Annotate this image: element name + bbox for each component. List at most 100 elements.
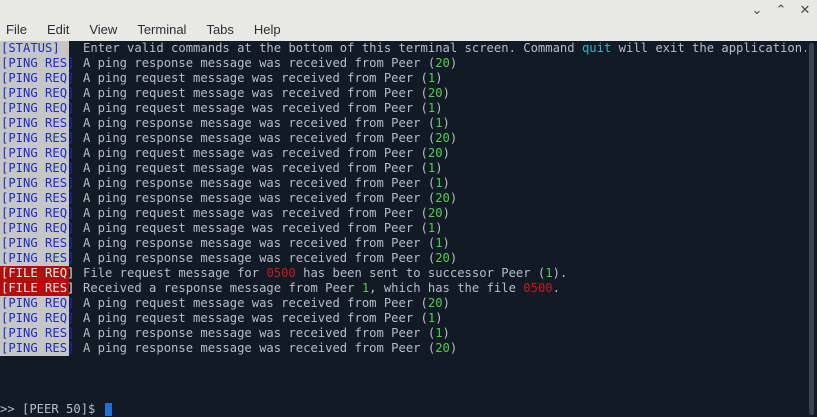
log-tag: [PING REQ] (0, 296, 75, 311)
message-text: Enter valid commands at the bottom of th… (83, 41, 582, 55)
log-message: A ping request message was received from… (69, 206, 450, 221)
message-text: A ping response message was received fro… (83, 341, 436, 355)
terminal-line: [PING RES] A ping response message was re… (0, 191, 806, 206)
message-text: A ping response message was received fro… (83, 131, 436, 145)
log-message: A ping request message was received from… (69, 311, 443, 326)
highlighted-text: 20 (435, 191, 450, 205)
terminal-line: [PING RES] A ping response message was re… (0, 326, 806, 341)
log-message: File request message for 0500 has been s… (69, 266, 567, 281)
prompt-text: >> [PEER 50]$ (0, 402, 103, 416)
log-message: A ping response message was received fro… (69, 326, 450, 341)
minimize-icon[interactable]: ⌄ (745, 0, 769, 20)
highlighted-text: 20 (427, 86, 443, 100)
menu-edit[interactable]: Edit (47, 20, 69, 40)
message-text: A ping request message was received from… (83, 71, 428, 85)
terminal-line: [PING REQ] A ping request message was rec… (0, 146, 806, 161)
terminal-line: [FILE RES] Received a response message fr… (0, 281, 806, 296)
log-message: A ping response message was received fro… (69, 251, 457, 266)
message-text: ) (442, 116, 450, 130)
log-message: A ping response message was received fro… (69, 56, 457, 71)
highlighted-text: 1 (435, 326, 443, 340)
log-tag: [PING RES] (0, 191, 75, 206)
message-text: A ping request message was received from… (83, 161, 428, 175)
message-text: A ping request message was received from… (83, 101, 428, 115)
message-text: A ping response message was received fro… (83, 251, 436, 265)
terminal-line: [PING REQ] A ping request message was rec… (0, 206, 806, 221)
message-text: ) (435, 311, 443, 325)
message-text: ) (442, 236, 450, 250)
menu-bar: File Edit View Terminal Tabs Help (0, 20, 817, 40)
message-text: A ping request message was received from… (83, 221, 428, 235)
terminal-line: [PING RES] A ping response message was re… (0, 176, 806, 191)
log-tag: [FILE REQ] (0, 266, 75, 281)
highlighted-text: 1 (435, 236, 443, 250)
log-message: A ping response message was received fro… (69, 236, 450, 251)
scrollbar-thumb[interactable] (809, 43, 814, 415)
log-message: Received a response message from Peer 1,… (69, 281, 560, 296)
maximize-icon[interactable]: ⌃ (769, 0, 793, 20)
message-text: ) (442, 326, 450, 340)
message-text: ) (442, 146, 450, 160)
log-message: A ping response message was received fro… (69, 341, 457, 356)
highlighted-text: 20 (435, 341, 450, 355)
terminal-line: [PING RES] A ping response message was re… (0, 341, 806, 356)
menu-tabs[interactable]: Tabs (206, 20, 233, 40)
log-message: A ping response message was received fro… (69, 191, 457, 206)
terminal-scrollbar[interactable] (806, 41, 817, 417)
log-tag: [PING REQ] (0, 101, 75, 116)
message-text: A ping response message was received fro… (83, 116, 436, 130)
log-tag: [PING RES] (0, 236, 75, 251)
command-prompt[interactable]: >> [PEER 50]$ (0, 402, 112, 417)
log-message: A ping request message was received from… (69, 101, 443, 116)
terminal-line: [STATUS] Enter valid commands at the bott… (0, 41, 806, 56)
message-text: . (552, 281, 560, 295)
log-message: A ping request message was received from… (69, 71, 443, 86)
message-text: ) (449, 341, 458, 355)
log-tag: [STATUS] (0, 41, 69, 56)
title-bar: ⌄ ⌃ ✕ (0, 0, 817, 20)
message-text: ) (435, 71, 443, 85)
terminal-line: [PING RES] A ping response message was re… (0, 56, 806, 71)
menu-view[interactable]: View (89, 20, 117, 40)
message-text: A ping response message was received fro… (83, 236, 436, 250)
log-tag: [PING REQ] (0, 161, 75, 176)
message-text: A ping request message was received from… (83, 146, 428, 160)
terminal-line: [PING REQ] A ping request message was rec… (0, 86, 806, 101)
highlighted-text: quit (581, 41, 612, 55)
log-message: A ping request message was received from… (69, 296, 450, 311)
menu-file[interactable]: File (6, 20, 27, 40)
log-message: A ping request message was received from… (69, 161, 443, 176)
message-text: ) (442, 176, 450, 190)
terminal-line: [PING RES] A ping response message was re… (0, 251, 806, 266)
message-text: will exit the application. (611, 41, 806, 55)
message-text: ) (449, 56, 458, 70)
highlighted-text: 20 (435, 131, 450, 145)
message-text: has been sent to successor Peer ( (295, 266, 546, 280)
log-message: Enter valid commands at the bottom of th… (69, 41, 806, 56)
terminal-output[interactable]: [STATUS] Enter valid commands at the bott… (0, 41, 806, 417)
log-tag: [PING REQ] (0, 221, 75, 236)
message-text: A ping request message was received from… (83, 311, 428, 325)
message-text: ). (552, 266, 568, 280)
menu-help[interactable]: Help (254, 20, 281, 40)
highlighted-text: 20 (427, 206, 443, 220)
terminal-line: [PING REQ] A ping request message was rec… (0, 71, 806, 86)
menu-terminal[interactable]: Terminal (137, 20, 186, 40)
log-message: A ping request message was received from… (69, 86, 450, 101)
log-tag: [PING RES] (0, 176, 75, 191)
message-text: ) (442, 296, 450, 310)
highlighted-text: 1 (435, 176, 443, 190)
log-tag: [PING RES] (0, 56, 75, 71)
message-text: A ping response message was received fro… (83, 191, 436, 205)
message-text: ) (449, 251, 458, 265)
close-icon[interactable]: ✕ (793, 0, 817, 20)
text-cursor (104, 403, 112, 416)
highlighted-text: 20 (427, 146, 443, 160)
log-message: A ping response message was received fro… (69, 176, 450, 191)
log-message: A ping response message was received fro… (69, 131, 457, 146)
message-text: ) (442, 206, 450, 220)
terminal-line: [PING RES] A ping response message was re… (0, 116, 806, 131)
highlighted-text: 20 (435, 56, 450, 70)
highlighted-text: 1 (435, 116, 443, 130)
log-message: A ping request message was received from… (69, 221, 443, 236)
